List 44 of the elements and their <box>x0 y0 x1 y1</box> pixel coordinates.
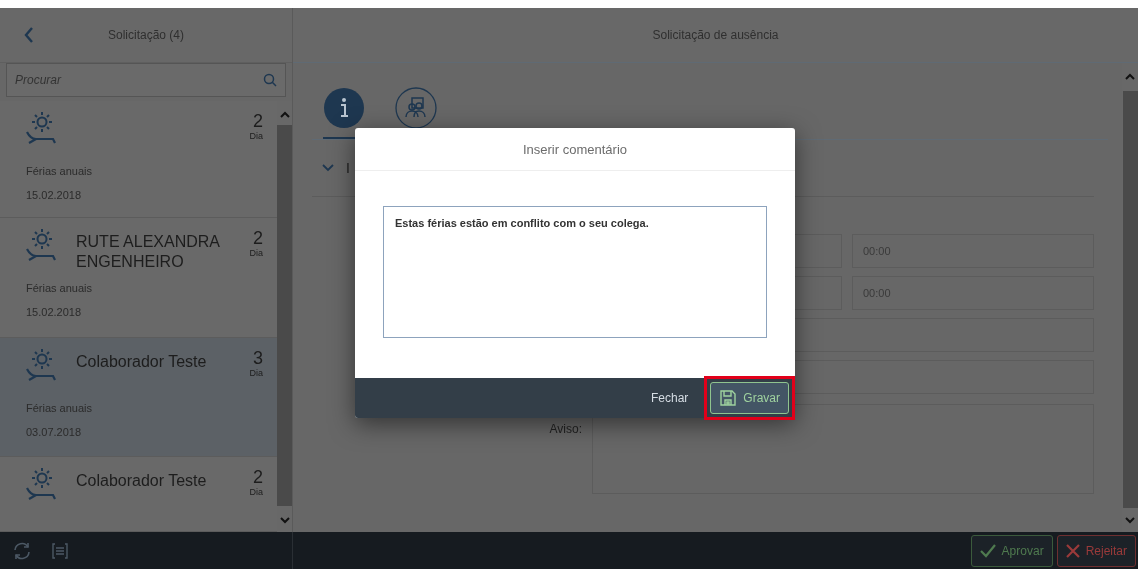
search-icon[interactable] <box>263 73 277 87</box>
vacation-icon <box>26 111 56 145</box>
request-item[interactable]: Colaborador Teste 3 Dia Férias anuais 03.07.2018 <box>0 337 277 457</box>
scroll-up-icon[interactable] <box>279 111 290 119</box>
employee-name: RUTE ALEXANDRA ENGENHEIRO <box>76 232 221 273</box>
day-count: 2 <box>253 467 263 487</box>
list-icon[interactable] <box>52 542 68 559</box>
scroll-down-icon[interactable] <box>279 516 290 524</box>
refresh-icon[interactable] <box>12 540 32 561</box>
reject-button[interactable]: Rejeitar <box>1056 534 1136 567</box>
absence-date: 03.07.2018 <box>26 425 83 438</box>
scrollbar-thumb[interactable] <box>1122 91 1138 508</box>
check-icon <box>979 543 996 558</box>
back-icon[interactable] <box>24 27 34 43</box>
approve-button[interactable]: Aprovar <box>970 534 1053 567</box>
save-button[interactable]: Gravar <box>710 382 789 414</box>
absence-date: 15.02.2018 <box>26 189 83 201</box>
day-count: 2 <box>253 111 263 131</box>
comment-field[interactable]: Estas férias estão em conflito com o seu colega. <box>383 206 767 338</box>
vacation-icon <box>26 467 56 501</box>
day-unit: Dia <box>249 367 263 378</box>
absence-date: 15.02.2018 <box>26 306 83 319</box>
list-title: Solicitação (4) <box>107 28 185 42</box>
vacation-icon <box>26 347 56 382</box>
employee-name: Colaborador Teste <box>76 471 208 491</box>
cross-icon <box>1065 543 1080 558</box>
day-unit: Dia <box>249 487 263 497</box>
dialog-title: Inserir comentário <box>355 128 795 171</box>
vacation-icon <box>26 228 56 263</box>
field-label: Aviso: <box>548 421 582 436</box>
scroll-up-icon[interactable] <box>1125 73 1135 81</box>
day-unit: Dia <box>249 248 263 259</box>
day-unit: Dia <box>249 131 263 141</box>
absence-type: Férias anuais <box>26 401 94 414</box>
day-count: 3 <box>253 347 263 368</box>
employee-name: Colaborador Teste <box>76 351 208 372</box>
info-tab[interactable] <box>323 87 365 139</box>
absence-type: Férias anuais <box>26 282 94 295</box>
chevron-down-icon[interactable] <box>322 164 334 172</box>
absence-type: Férias anuais <box>26 165 94 177</box>
scrollbar-thumb[interactable] <box>277 125 292 506</box>
scroll-down-icon[interactable] <box>1125 516 1135 524</box>
day-count: 2 <box>253 228 263 249</box>
close-button[interactable]: Fechar <box>646 382 693 414</box>
